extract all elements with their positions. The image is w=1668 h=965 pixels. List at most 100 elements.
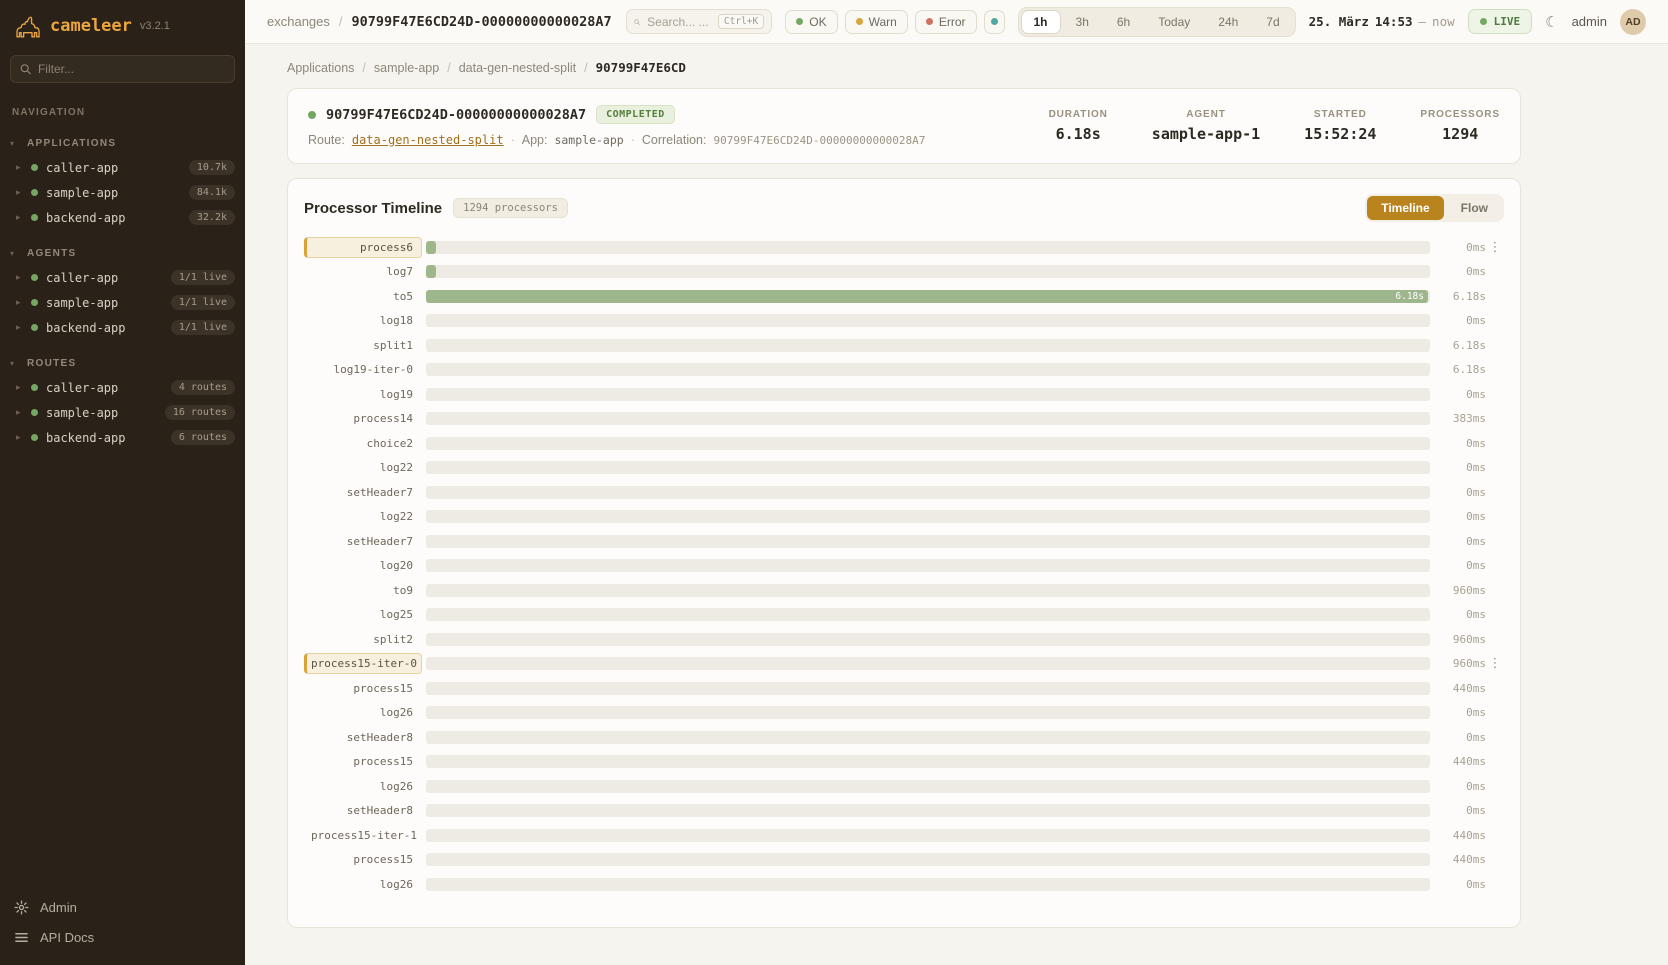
stat-processors: PROCESSORS 1294	[1420, 109, 1500, 143]
chevron-down-icon: ▾	[10, 359, 14, 368]
sidebar-item-caller-app[interactable]: ▸ caller-app 4 routes	[0, 375, 245, 400]
timeline-row-to9[interactable]: to9 960ms ⋮	[304, 578, 1504, 603]
row-menu-icon[interactable]: ⋮	[1486, 240, 1504, 255]
time-range-24h[interactable]: 24h	[1205, 10, 1251, 34]
exchange-status-dot	[308, 111, 316, 119]
range-date: 25. März	[1309, 14, 1369, 29]
status-filter-OK[interactable]: OK	[785, 10, 837, 34]
stat-duration: DURATION 6.18s	[1049, 109, 1108, 143]
app-logo[interactable]: cameleer v3.2.1	[0, 0, 245, 47]
timeline-row-setHeader8[interactable]: setHeader8 0ms ⋮	[304, 725, 1504, 750]
duration-label: 6.18s	[1430, 339, 1486, 352]
sidebar-item-caller-app[interactable]: ▸ caller-app 10.7k	[0, 155, 245, 180]
section-header-applications[interactable]: ▾ APPLICATIONS	[0, 134, 245, 155]
timeline-row-process15[interactable]: process15 440ms ⋮	[304, 848, 1504, 873]
exchange-summary-card: 90799F47E6CD24D-00000000000028A7 COMPLET…	[287, 88, 1521, 164]
avatar[interactable]: AD	[1620, 9, 1646, 35]
range-time: 14:53	[1375, 14, 1413, 29]
timeline-row-log20[interactable]: log20 0ms ⋮	[304, 554, 1504, 579]
timeline-row-log26[interactable]: log26 0ms ⋮	[304, 774, 1504, 799]
view-flow-button[interactable]: Flow	[1447, 196, 1502, 220]
processor-name: setHeader7	[304, 482, 422, 503]
timeline-row-setHeader7[interactable]: setHeader7 0ms ⋮	[304, 480, 1504, 505]
timeline-row-log25[interactable]: log25 0ms ⋮	[304, 603, 1504, 628]
chevron-right-icon: ▸	[16, 163, 23, 173]
timeline-row-log19[interactable]: log19 0ms ⋮	[304, 382, 1504, 407]
live-toggle[interactable]: LIVE	[1468, 9, 1533, 34]
timeline-row-log26[interactable]: log26 0ms ⋮	[304, 872, 1504, 897]
timeline-track	[426, 755, 1430, 768]
section-header-routes[interactable]: ▾ ROUTES	[0, 354, 245, 375]
admin-link[interactable]: Admin	[14, 900, 231, 915]
duration-label: 6.18s	[1430, 363, 1486, 376]
status-filter-Warn[interactable]: Warn	[845, 10, 908, 34]
timeline-row-choice2[interactable]: choice2 0ms ⋮	[304, 431, 1504, 456]
app-version: v3.2.1	[140, 20, 170, 32]
time-range-selector: 1h 3h 6h Today 24h 7d	[1018, 7, 1296, 37]
chevron-right-icon: ▸	[16, 273, 23, 283]
time-range-today[interactable]: Today	[1145, 10, 1203, 34]
sidebar-item-backend-app[interactable]: ▸ backend-app 1/1 live	[0, 315, 245, 340]
route-link[interactable]: data-gen-nested-split	[352, 133, 504, 147]
sidebar-item-caller-app[interactable]: ▸ caller-app 1/1 live	[0, 265, 245, 290]
timeline-row-log22[interactable]: log22 0ms ⋮	[304, 505, 1504, 530]
sidebar-item-backend-app[interactable]: ▸ backend-app 32.2k	[0, 205, 245, 230]
user-name[interactable]: admin	[1572, 14, 1607, 29]
sidebar-item-backend-app[interactable]: ▸ backend-app 6 routes	[0, 425, 245, 450]
dark-mode-toggle-icon[interactable]: ☾	[1545, 13, 1558, 31]
timeline-row-setHeader8[interactable]: setHeader8 0ms ⋮	[304, 799, 1504, 824]
timeline-row-log19-iter-0[interactable]: log19-iter-0 6.18s ⋮	[304, 358, 1504, 383]
status-filter-Error[interactable]: Error	[915, 10, 977, 34]
timeline-row-process15[interactable]: process15 440ms ⋮	[304, 750, 1504, 775]
breadcrumb-separator: /	[339, 14, 343, 29]
timeline-row-log7[interactable]: log7 0ms ⋮	[304, 260, 1504, 285]
sidebar-filter-input[interactable]	[38, 62, 225, 76]
timeline-row-split2[interactable]: split2 960ms ⋮	[304, 627, 1504, 652]
sidebar-item-sample-app[interactable]: ▸ sample-app 84.1k	[0, 180, 245, 205]
breadcrumb-item[interactable]: Applications	[287, 61, 354, 75]
time-range-6h[interactable]: 6h	[1104, 10, 1143, 34]
sidebar-footer: Admin API Docs	[0, 890, 245, 965]
timeline-row-process15[interactable]: process15 440ms ⋮	[304, 676, 1504, 701]
sidebar-item-sample-app[interactable]: ▸ sample-app 16 routes	[0, 400, 245, 425]
list-icon	[14, 930, 29, 945]
view-timeline-button[interactable]: Timeline	[1367, 196, 1443, 220]
timeline-row-process15-iter-0[interactable]: process15-iter-0 960ms ⋮	[304, 652, 1504, 677]
sidebar-filter[interactable]	[10, 55, 235, 83]
timeline-row-setHeader7[interactable]: setHeader7 0ms ⋮	[304, 529, 1504, 554]
duration-label: 960ms	[1430, 633, 1486, 646]
timeline-row-log26[interactable]: log26 0ms ⋮	[304, 701, 1504, 726]
row-menu-icon[interactable]: ⋮	[1486, 656, 1504, 671]
processor-name: log22	[304, 506, 422, 527]
timeline-row-process14[interactable]: process14 383ms ⋮	[304, 407, 1504, 432]
timeline-row-log18[interactable]: log18 0ms ⋮	[304, 309, 1504, 334]
timeline-row-split1[interactable]: split1 6.18s ⋮	[304, 333, 1504, 358]
status-dot	[31, 434, 38, 441]
search-input[interactable]	[647, 15, 711, 29]
sidebar-item-sample-app[interactable]: ▸ sample-app 1/1 live	[0, 290, 245, 315]
breadcrumb-item[interactable]: sample-app	[374, 61, 439, 75]
status-filter-extra[interactable]	[984, 10, 1005, 34]
search-box[interactable]: Ctrl+K	[626, 9, 772, 34]
timeline-row-log22[interactable]: log22 0ms ⋮	[304, 456, 1504, 481]
api-docs-link[interactable]: API Docs	[14, 930, 231, 945]
status-dot	[796, 18, 803, 25]
status-dot	[856, 18, 863, 25]
time-range-1h[interactable]: 1h	[1021, 10, 1061, 34]
timeline-track	[426, 804, 1430, 817]
stat-label: AGENT	[1152, 109, 1260, 120]
section-title: ROUTES	[27, 358, 76, 369]
timeline-track	[426, 486, 1430, 499]
breadcrumb-item[interactable]: data-gen-nested-split	[459, 61, 576, 75]
timeline-row-process15-iter-1[interactable]: process15-iter-1 440ms ⋮	[304, 823, 1504, 848]
timeline-row-to5[interactable]: to5 6.18s 6.18s ⋮	[304, 284, 1504, 309]
timeline-row-process6[interactable]: process6 0ms ⋮	[304, 235, 1504, 260]
time-range-7d[interactable]: 7d	[1253, 10, 1292, 34]
section-header-agents[interactable]: ▾ AGENTS	[0, 244, 245, 265]
stat-value: sample-app-1	[1152, 125, 1260, 143]
time-range-display[interactable]: 25. März 14:53 — now	[1309, 14, 1455, 29]
breadcrumb-exchanges-link[interactable]: exchanges	[267, 14, 330, 29]
app-label: App:	[522, 133, 548, 147]
sidebar-item-label: sample-app	[46, 296, 118, 310]
time-range-3h[interactable]: 3h	[1063, 10, 1102, 34]
